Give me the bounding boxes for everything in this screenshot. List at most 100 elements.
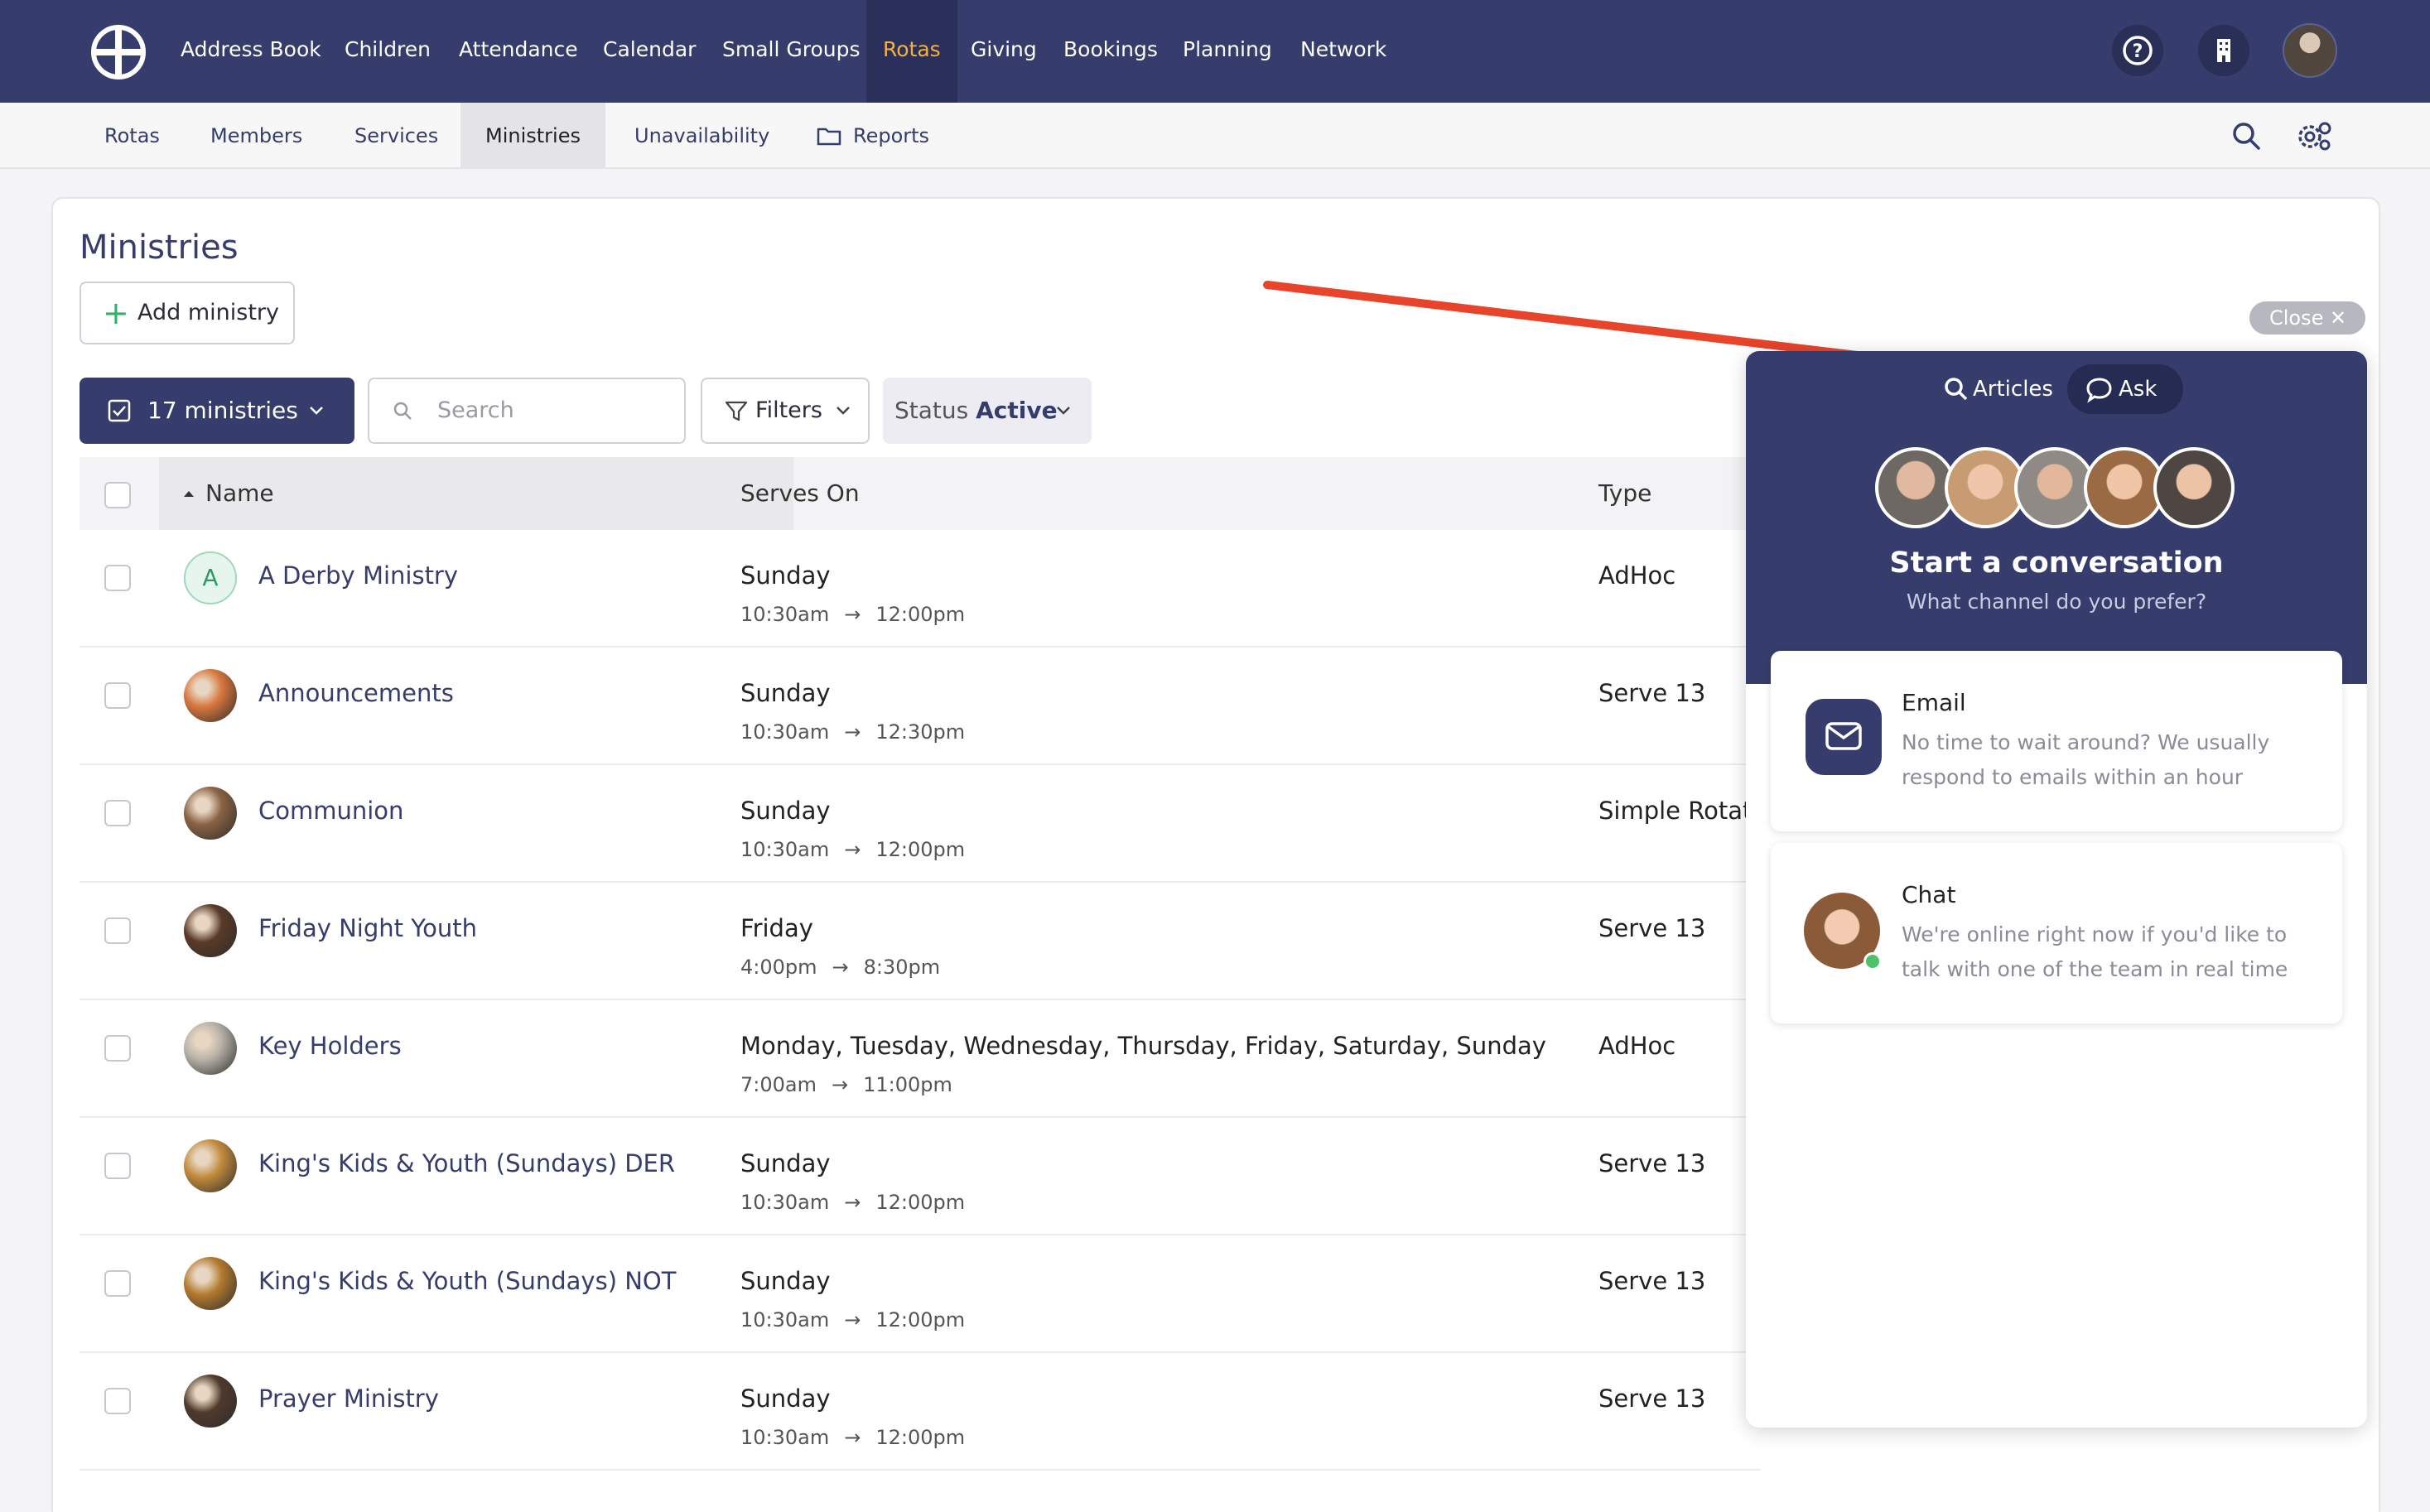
app-logo-icon[interactable] bbox=[91, 25, 146, 79]
table-row[interactable]: Communion Sunday 10:30am → 12:00pm Simple Rot… bbox=[80, 765, 1761, 883]
user-avatar[interactable] bbox=[2283, 23, 2337, 78]
serves-on-days: Sunday bbox=[740, 561, 831, 590]
arrow-right-icon: → bbox=[844, 838, 861, 861]
chevron-down-icon bbox=[837, 407, 850, 415]
end-time: 12:00pm bbox=[875, 838, 966, 861]
table-row[interactable]: Prayer Ministry Sunday 10:30am → 12:00pm Serv… bbox=[80, 1353, 1761, 1471]
tab-articles[interactable]: Articles bbox=[1935, 364, 2064, 414]
tab-ask[interactable]: Ask bbox=[2067, 364, 2183, 414]
ministry-name-link[interactable]: Prayer Ministry bbox=[258, 1384, 439, 1413]
name-column-header[interactable]: Name bbox=[159, 457, 793, 530]
ministry-avatar bbox=[184, 669, 237, 722]
serves-on-days: Sunday bbox=[740, 797, 831, 825]
chevron-down-icon bbox=[310, 407, 323, 415]
ministry-avatar bbox=[184, 1139, 237, 1192]
row-checkbox[interactable] bbox=[104, 565, 131, 591]
ministry-name-link[interactable]: Key Holders bbox=[258, 1032, 402, 1060]
arrow-right-icon: → bbox=[844, 1426, 861, 1449]
ministry-name-link[interactable]: Communion bbox=[258, 797, 403, 825]
filters-label: Filters bbox=[755, 397, 822, 423]
close-widget-button[interactable]: Close ✕ bbox=[2249, 301, 2365, 335]
tab-members[interactable]: Members bbox=[186, 103, 327, 169]
tab-reports-label: Reports bbox=[853, 124, 930, 147]
serves-on-days: Sunday bbox=[740, 1384, 831, 1413]
table-row[interactable]: Key Holders Monday, Tuesday, Wednesday, T… bbox=[80, 1000, 1761, 1118]
ministry-avatar bbox=[184, 1022, 237, 1075]
email-option[interactable]: Email No time to wait around? We usually… bbox=[1771, 651, 2342, 831]
nav-item-small-groups[interactable]: Small Groups bbox=[706, 0, 877, 103]
end-time: 12:30pm bbox=[875, 720, 966, 744]
row-checkbox[interactable] bbox=[104, 1153, 131, 1179]
search-icon bbox=[393, 402, 412, 420]
nav-item-network[interactable]: Network bbox=[1284, 0, 1403, 103]
help-circle-icon[interactable]: ? bbox=[2112, 25, 2163, 76]
arrow-right-icon: → bbox=[832, 956, 849, 979]
nav-item-bookings[interactable]: Bookings bbox=[1047, 0, 1174, 103]
tab-ministries[interactable]: Ministries bbox=[460, 103, 605, 169]
gear-icon[interactable] bbox=[2296, 119, 2332, 152]
table-row[interactable]: King's Kids & Youth (Sundays) DER Sunday 1… bbox=[80, 1118, 1761, 1235]
tab-rotas[interactable]: Rotas bbox=[80, 103, 185, 169]
ministry-name-link[interactable]: Friday Night Youth bbox=[258, 914, 477, 942]
table-row[interactable]: Friday Night Youth Friday 4:00pm → 8:30pm Ser… bbox=[80, 883, 1761, 1000]
ministry-name-link[interactable]: King's Kids & Youth (Sundays) NOT bbox=[258, 1267, 676, 1295]
ministry-avatar bbox=[184, 1375, 237, 1428]
serves-on-times: 4:00pm → 8:30pm bbox=[740, 956, 940, 979]
type-header[interactable]: Type bbox=[1598, 457, 1651, 530]
end-time: 12:00pm bbox=[875, 1308, 966, 1331]
serves-on-times: 10:30am → 12:00pm bbox=[740, 1426, 965, 1449]
ministry-name-link[interactable]: King's Kids & Youth (Sundays) DER bbox=[258, 1149, 675, 1177]
search-input[interactable]: Search bbox=[368, 378, 686, 444]
serves-on-times: 10:30am → 12:00pm bbox=[740, 1308, 965, 1331]
table-row[interactable]: Announcements Sunday 10:30am → 12:30pm Serve … bbox=[80, 648, 1761, 765]
status-label: Status bbox=[894, 397, 969, 424]
search-icon[interactable] bbox=[2230, 119, 2263, 152]
table-row[interactable]: A A Derby Ministry Sunday 10:30am → 12:00pm Ad… bbox=[80, 530, 1761, 648]
nav-item-rotas[interactable]: Rotas bbox=[866, 0, 957, 103]
tab-unavailability[interactable]: Unavailability bbox=[610, 103, 794, 169]
start-time: 10:30am bbox=[740, 1426, 830, 1449]
building-icon[interactable] bbox=[2198, 25, 2249, 76]
row-checkbox[interactable] bbox=[104, 1035, 131, 1062]
ministry-avatar bbox=[184, 1257, 237, 1310]
chat-option[interactable]: Chat We're online right now if you'd lik… bbox=[1771, 843, 2342, 1023]
nav-item-calendar[interactable]: Calendar bbox=[586, 0, 712, 103]
nav-item-giving[interactable]: Giving bbox=[954, 0, 1053, 103]
ministry-name-link[interactable]: Announcements bbox=[258, 679, 454, 707]
nav-item-planning[interactable]: Planning bbox=[1166, 0, 1289, 103]
add-ministry-label: Add ministry bbox=[137, 300, 280, 325]
select-all-checkbox[interactable] bbox=[104, 482, 131, 508]
row-checkbox[interactable] bbox=[104, 800, 131, 826]
tab-reports[interactable]: Reports bbox=[790, 103, 954, 169]
status-filter[interactable]: Status Active bbox=[883, 378, 1092, 444]
filters-button[interactable]: Filters bbox=[701, 378, 870, 444]
serves-on-days: Sunday bbox=[740, 679, 831, 707]
ministry-type: Serve 13 bbox=[1598, 1267, 1706, 1295]
end-time: 12:00pm bbox=[875, 603, 966, 626]
serves-on-header[interactable]: Serves On bbox=[740, 457, 860, 530]
widget-subtitle: What channel do you prefer? bbox=[1906, 590, 2207, 614]
select-ministries-dropdown[interactable]: 17 ministries bbox=[80, 378, 354, 444]
arrow-right-icon: → bbox=[844, 603, 861, 626]
ministry-avatar bbox=[184, 787, 237, 840]
nav-item-address-book[interactable]: Address Book bbox=[164, 0, 338, 103]
add-ministry-button[interactable]: + Add ministry bbox=[80, 282, 295, 344]
chat-option-title: Chat bbox=[1902, 881, 1956, 908]
table-row[interactable]: King's Kids & Youth (Sundays) NOT Sunday 1… bbox=[80, 1235, 1761, 1353]
row-checkbox[interactable] bbox=[104, 682, 131, 709]
start-time: 10:30am bbox=[740, 603, 830, 626]
ministry-type: Serve 13 bbox=[1598, 1384, 1706, 1413]
ministry-type: AdHoc bbox=[1598, 561, 1676, 590]
ministry-type: Simple Rotation bbox=[1598, 797, 1761, 825]
ministry-name-link[interactable]: A Derby Ministry bbox=[258, 561, 458, 590]
search-icon bbox=[1945, 378, 1968, 401]
close-icon: ✕ bbox=[2330, 306, 2347, 330]
nav-item-attendance[interactable]: Attendance bbox=[442, 0, 595, 103]
sort-ascending-icon bbox=[184, 491, 194, 497]
row-checkbox[interactable] bbox=[104, 1388, 131, 1414]
row-checkbox[interactable] bbox=[104, 917, 131, 944]
row-checkbox[interactable] bbox=[104, 1270, 131, 1297]
nav-item-children[interactable]: Children bbox=[328, 0, 447, 103]
tab-services[interactable]: Services bbox=[330, 103, 463, 169]
start-time: 7:00am bbox=[740, 1073, 817, 1096]
